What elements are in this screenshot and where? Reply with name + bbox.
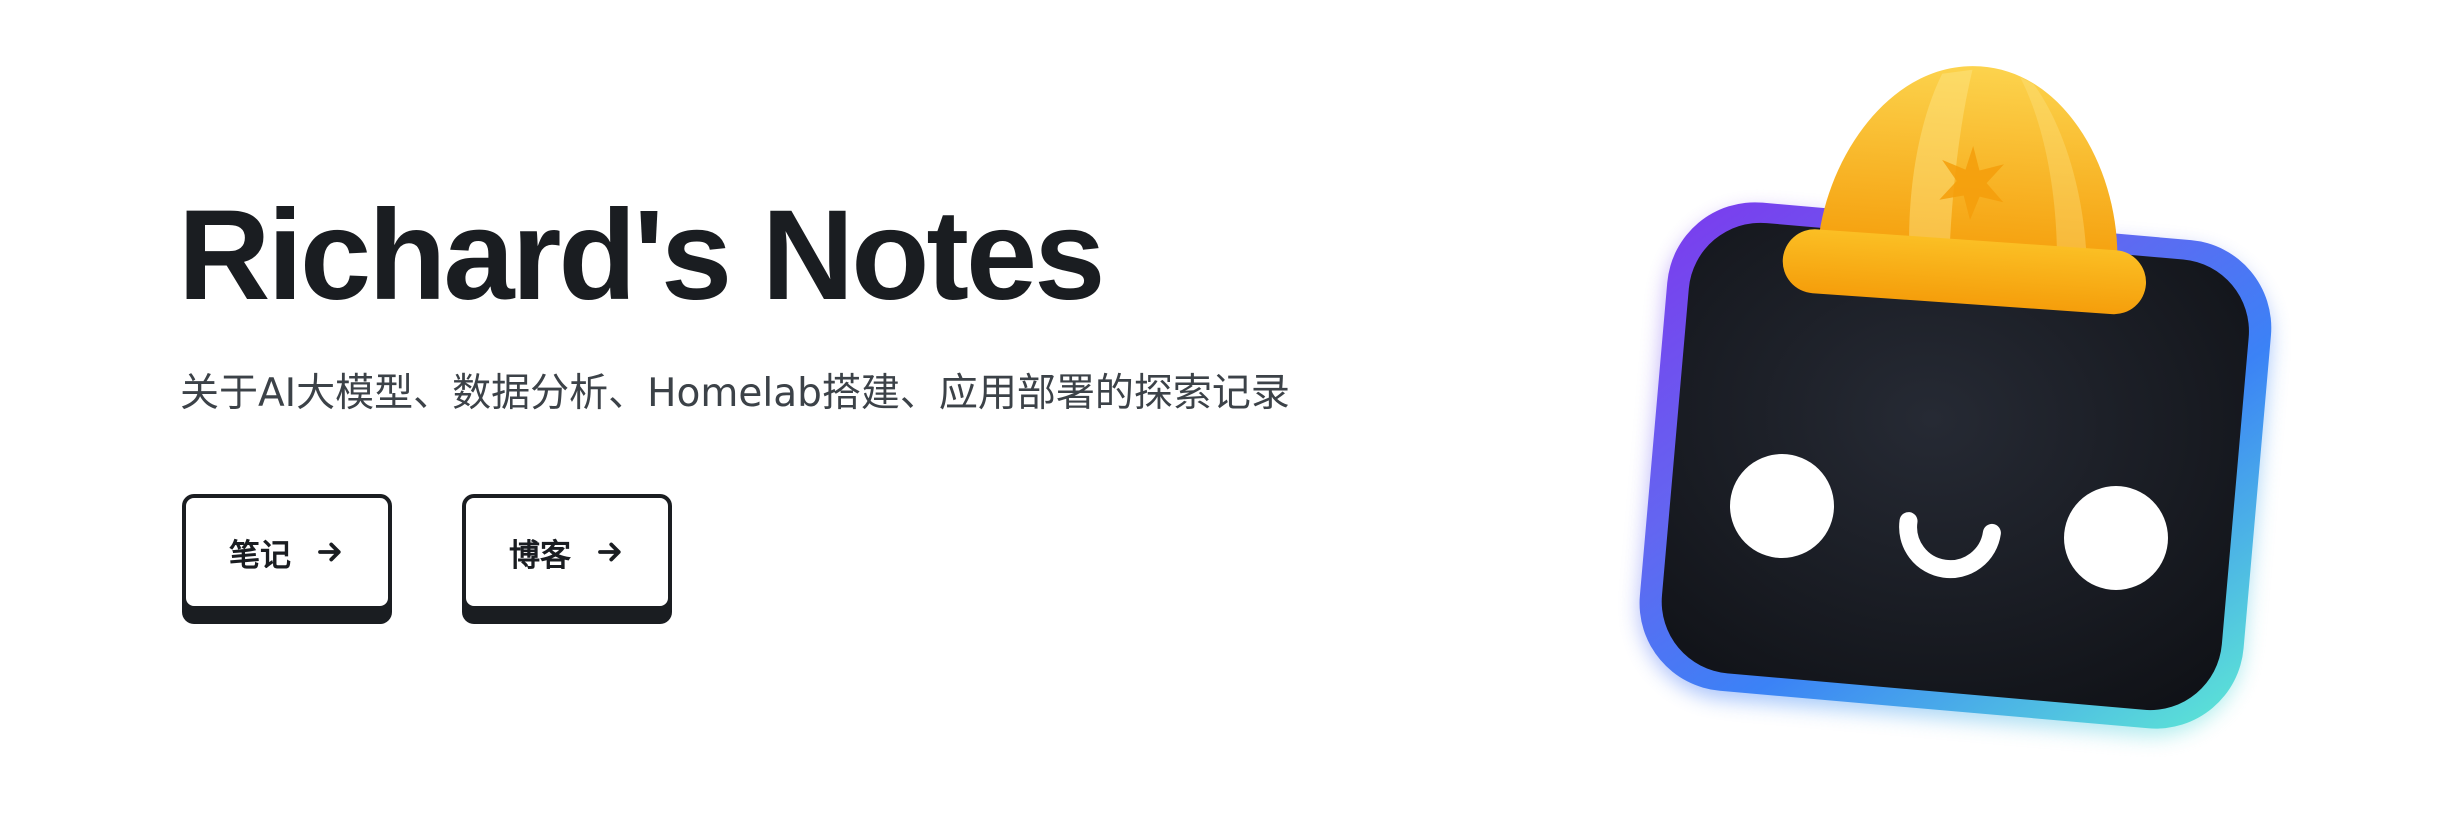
- notes-button-label: 笔记: [229, 537, 291, 574]
- arrow-right-icon: [318, 542, 341, 562]
- robot-mascot-icon: [1639, 66, 2272, 737]
- blog-button[interactable]: 博客: [462, 494, 672, 610]
- arrow-right-icon: [598, 542, 621, 562]
- hero-section: Richard's Notes 关于AI大模型、数据分析、Homelab搭建、应…: [0, 0, 2460, 826]
- hard-hat-icon: [1782, 66, 2147, 315]
- blog-button-label: 博客: [509, 537, 571, 574]
- right-eye-icon: [2064, 486, 2168, 590]
- notes-button[interactable]: 笔记: [182, 494, 392, 610]
- site-subtitle: 关于AI大模型、数据分析、Homelab搭建、应用部署的探索记录: [180, 371, 1290, 416]
- site-title: Richard's Notes: [178, 184, 1105, 327]
- left-eye-icon: [1730, 454, 1834, 558]
